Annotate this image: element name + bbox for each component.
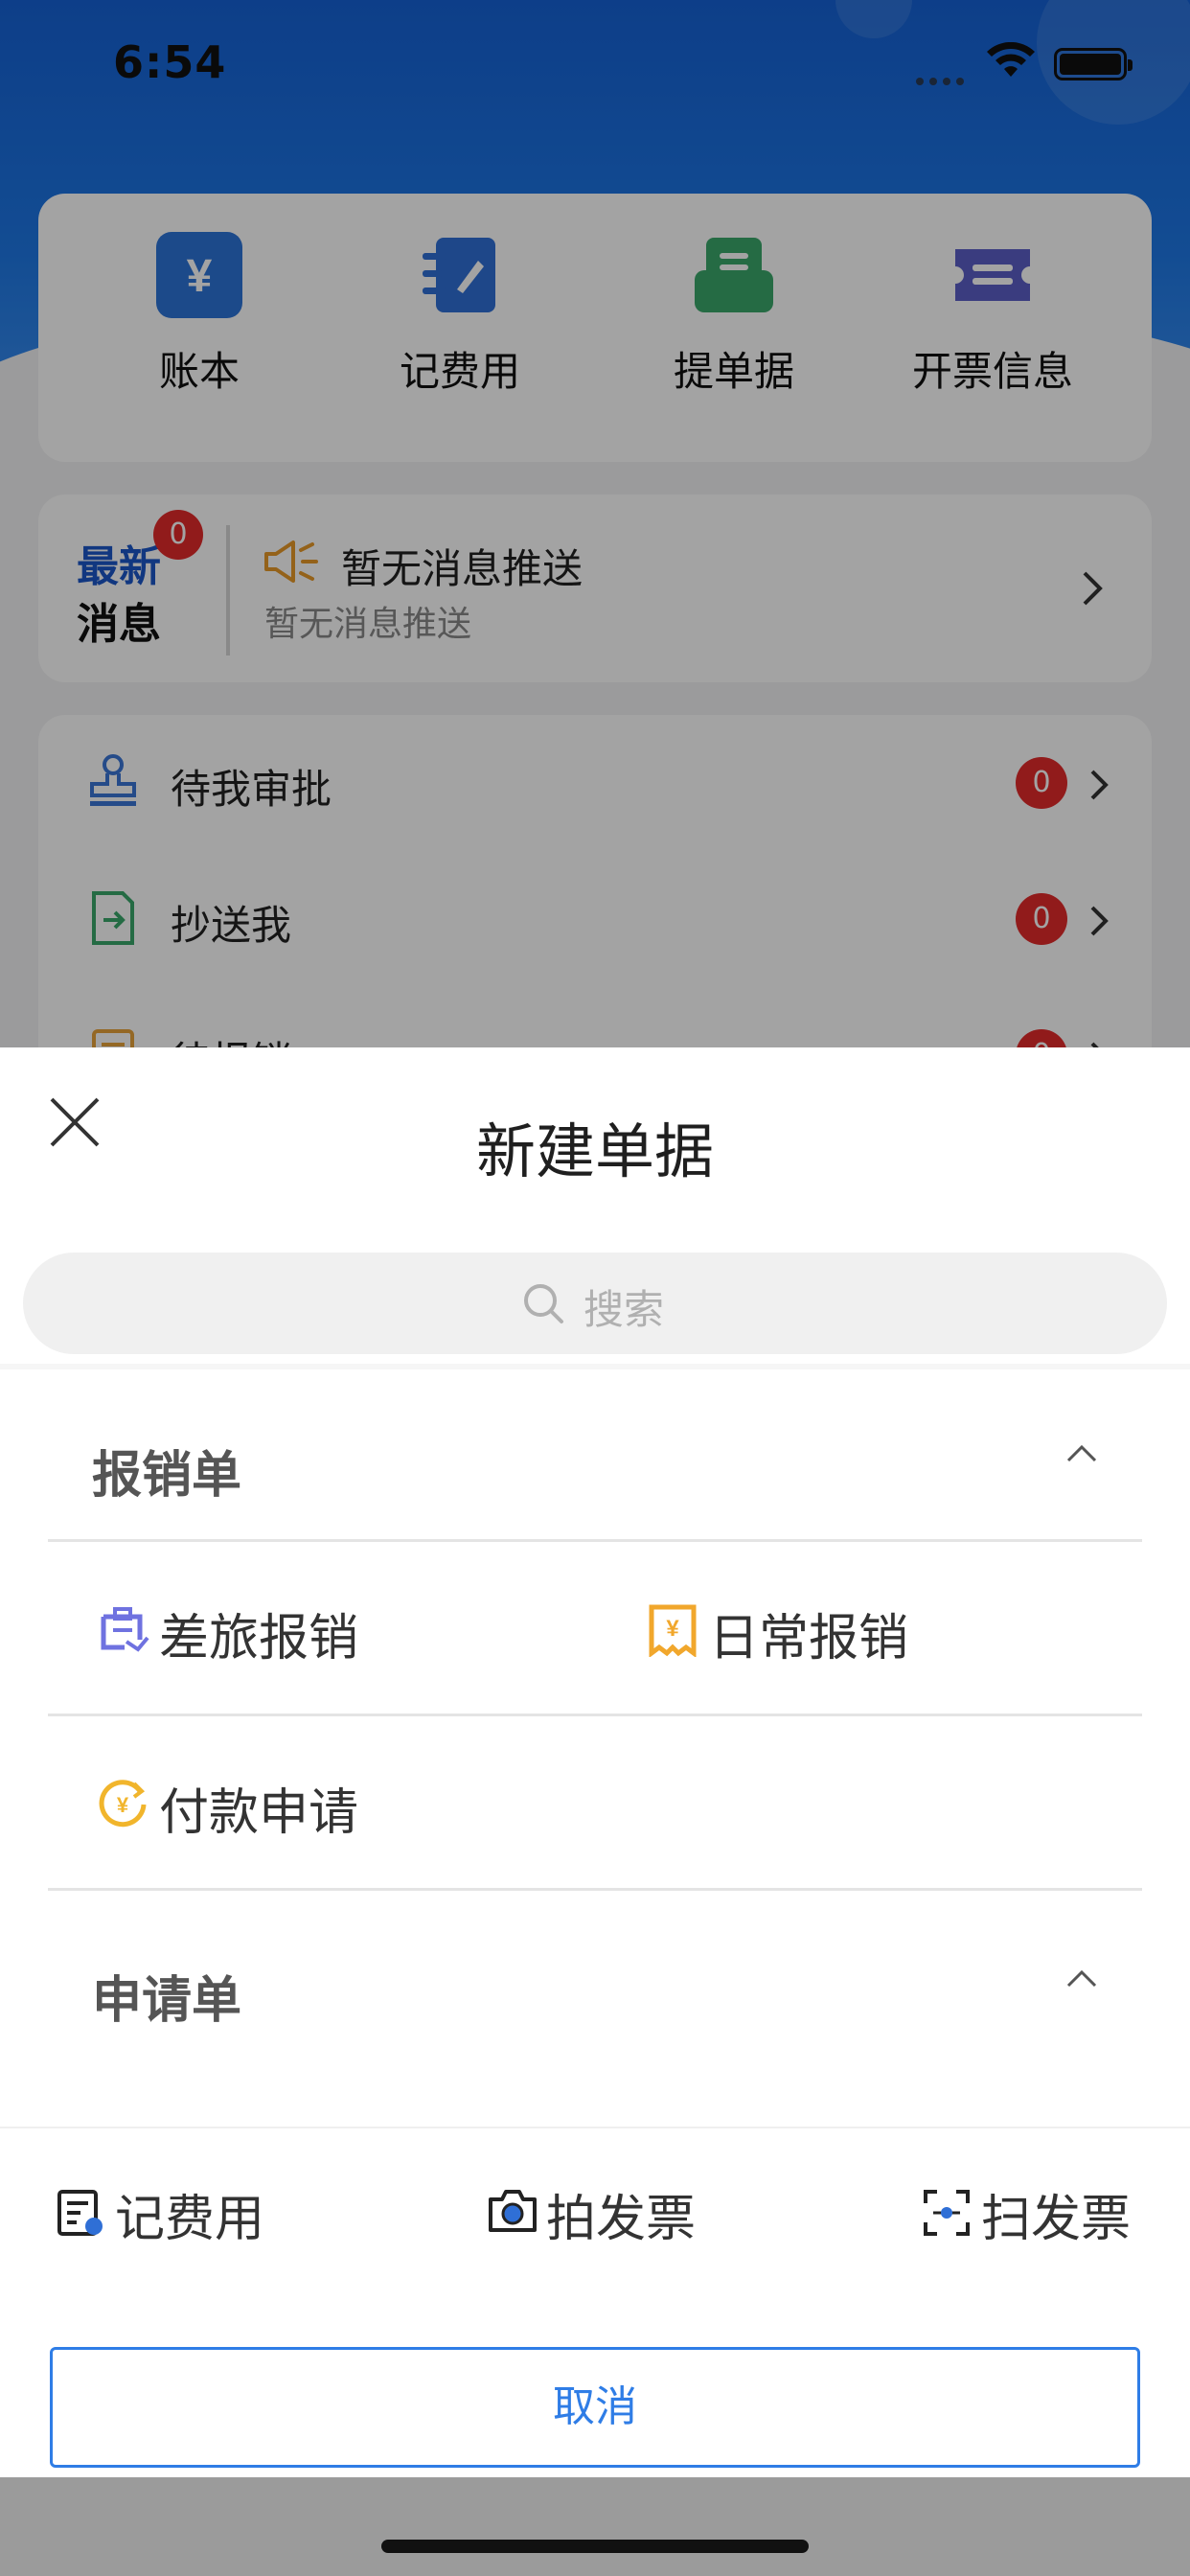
camera-icon [489, 2190, 537, 2232]
search-input[interactable]: 搜索 [23, 1253, 1167, 1354]
payment-request-icon: ¥ [99, 1780, 147, 1828]
item-row: 差旅报销 ¥ 日常报销 [48, 1542, 1142, 1716]
cancel-button[interactable]: 取消 [50, 2347, 1140, 2468]
sheet-title: 新建单据 [475, 1116, 714, 1186]
svg-text:¥: ¥ [117, 1793, 129, 1817]
item-label: 差旅报销 [159, 1610, 359, 1668]
svg-text:¥: ¥ [666, 1616, 679, 1642]
daily-reimbursement-icon: ¥ [649, 1604, 697, 1657]
action-label: 拍发票 [546, 2191, 697, 2248]
item-label: 付款申请 [159, 1784, 359, 1842]
section-label: 申请单 [92, 1972, 242, 2030]
home-indicator[interactable] [381, 2540, 809, 2553]
bottom-backdrop [0, 2477, 1190, 2576]
section-label: 报销单 [92, 1447, 242, 1505]
chevron-up-icon [1066, 1444, 1097, 1462]
home-screen: 6:54 ¥ 账本 记费用 提单据 开票信息 最新 消息 0 暂无消息推送 暂无… [0, 0, 1190, 1049]
chevron-up-icon [1066, 1969, 1097, 1988]
divider [48, 1888, 1142, 1891]
item-label: 日常报销 [709, 1610, 909, 1668]
section-header-reimbursement[interactable]: 报销单 [48, 1369, 1142, 1542]
action-label: 扫发票 [981, 2191, 1132, 2248]
search-placeholder-text: 搜索 [583, 1286, 664, 1333]
sheet-action-bar: 记费用 拍发票 扫发票 取消 [0, 2127, 1190, 2477]
document-type-list: 报销单 差旅报销 ¥ 日常报销 ¥ 付款申请 申请单 [0, 1369, 1190, 2127]
record-expense-icon [57, 2190, 103, 2236]
item-row: ¥ 付款申请 [48, 1716, 1142, 1891]
search-placeholder: 搜索 [23, 1277, 1167, 1336]
new-document-sheet: 新建单据 搜索 报销单 差旅报销 ¥ 日常报销 ¥ 付款申请 申请单 记费用 拍… [0, 1047, 1190, 2477]
modal-backdrop[interactable] [0, 0, 1190, 1049]
scan-icon [924, 2190, 970, 2236]
travel-reimbursement-icon [101, 1607, 149, 1652]
action-label: 记费用 [115, 2191, 265, 2248]
section-header-application[interactable]: 申请单 [48, 1895, 1142, 2067]
